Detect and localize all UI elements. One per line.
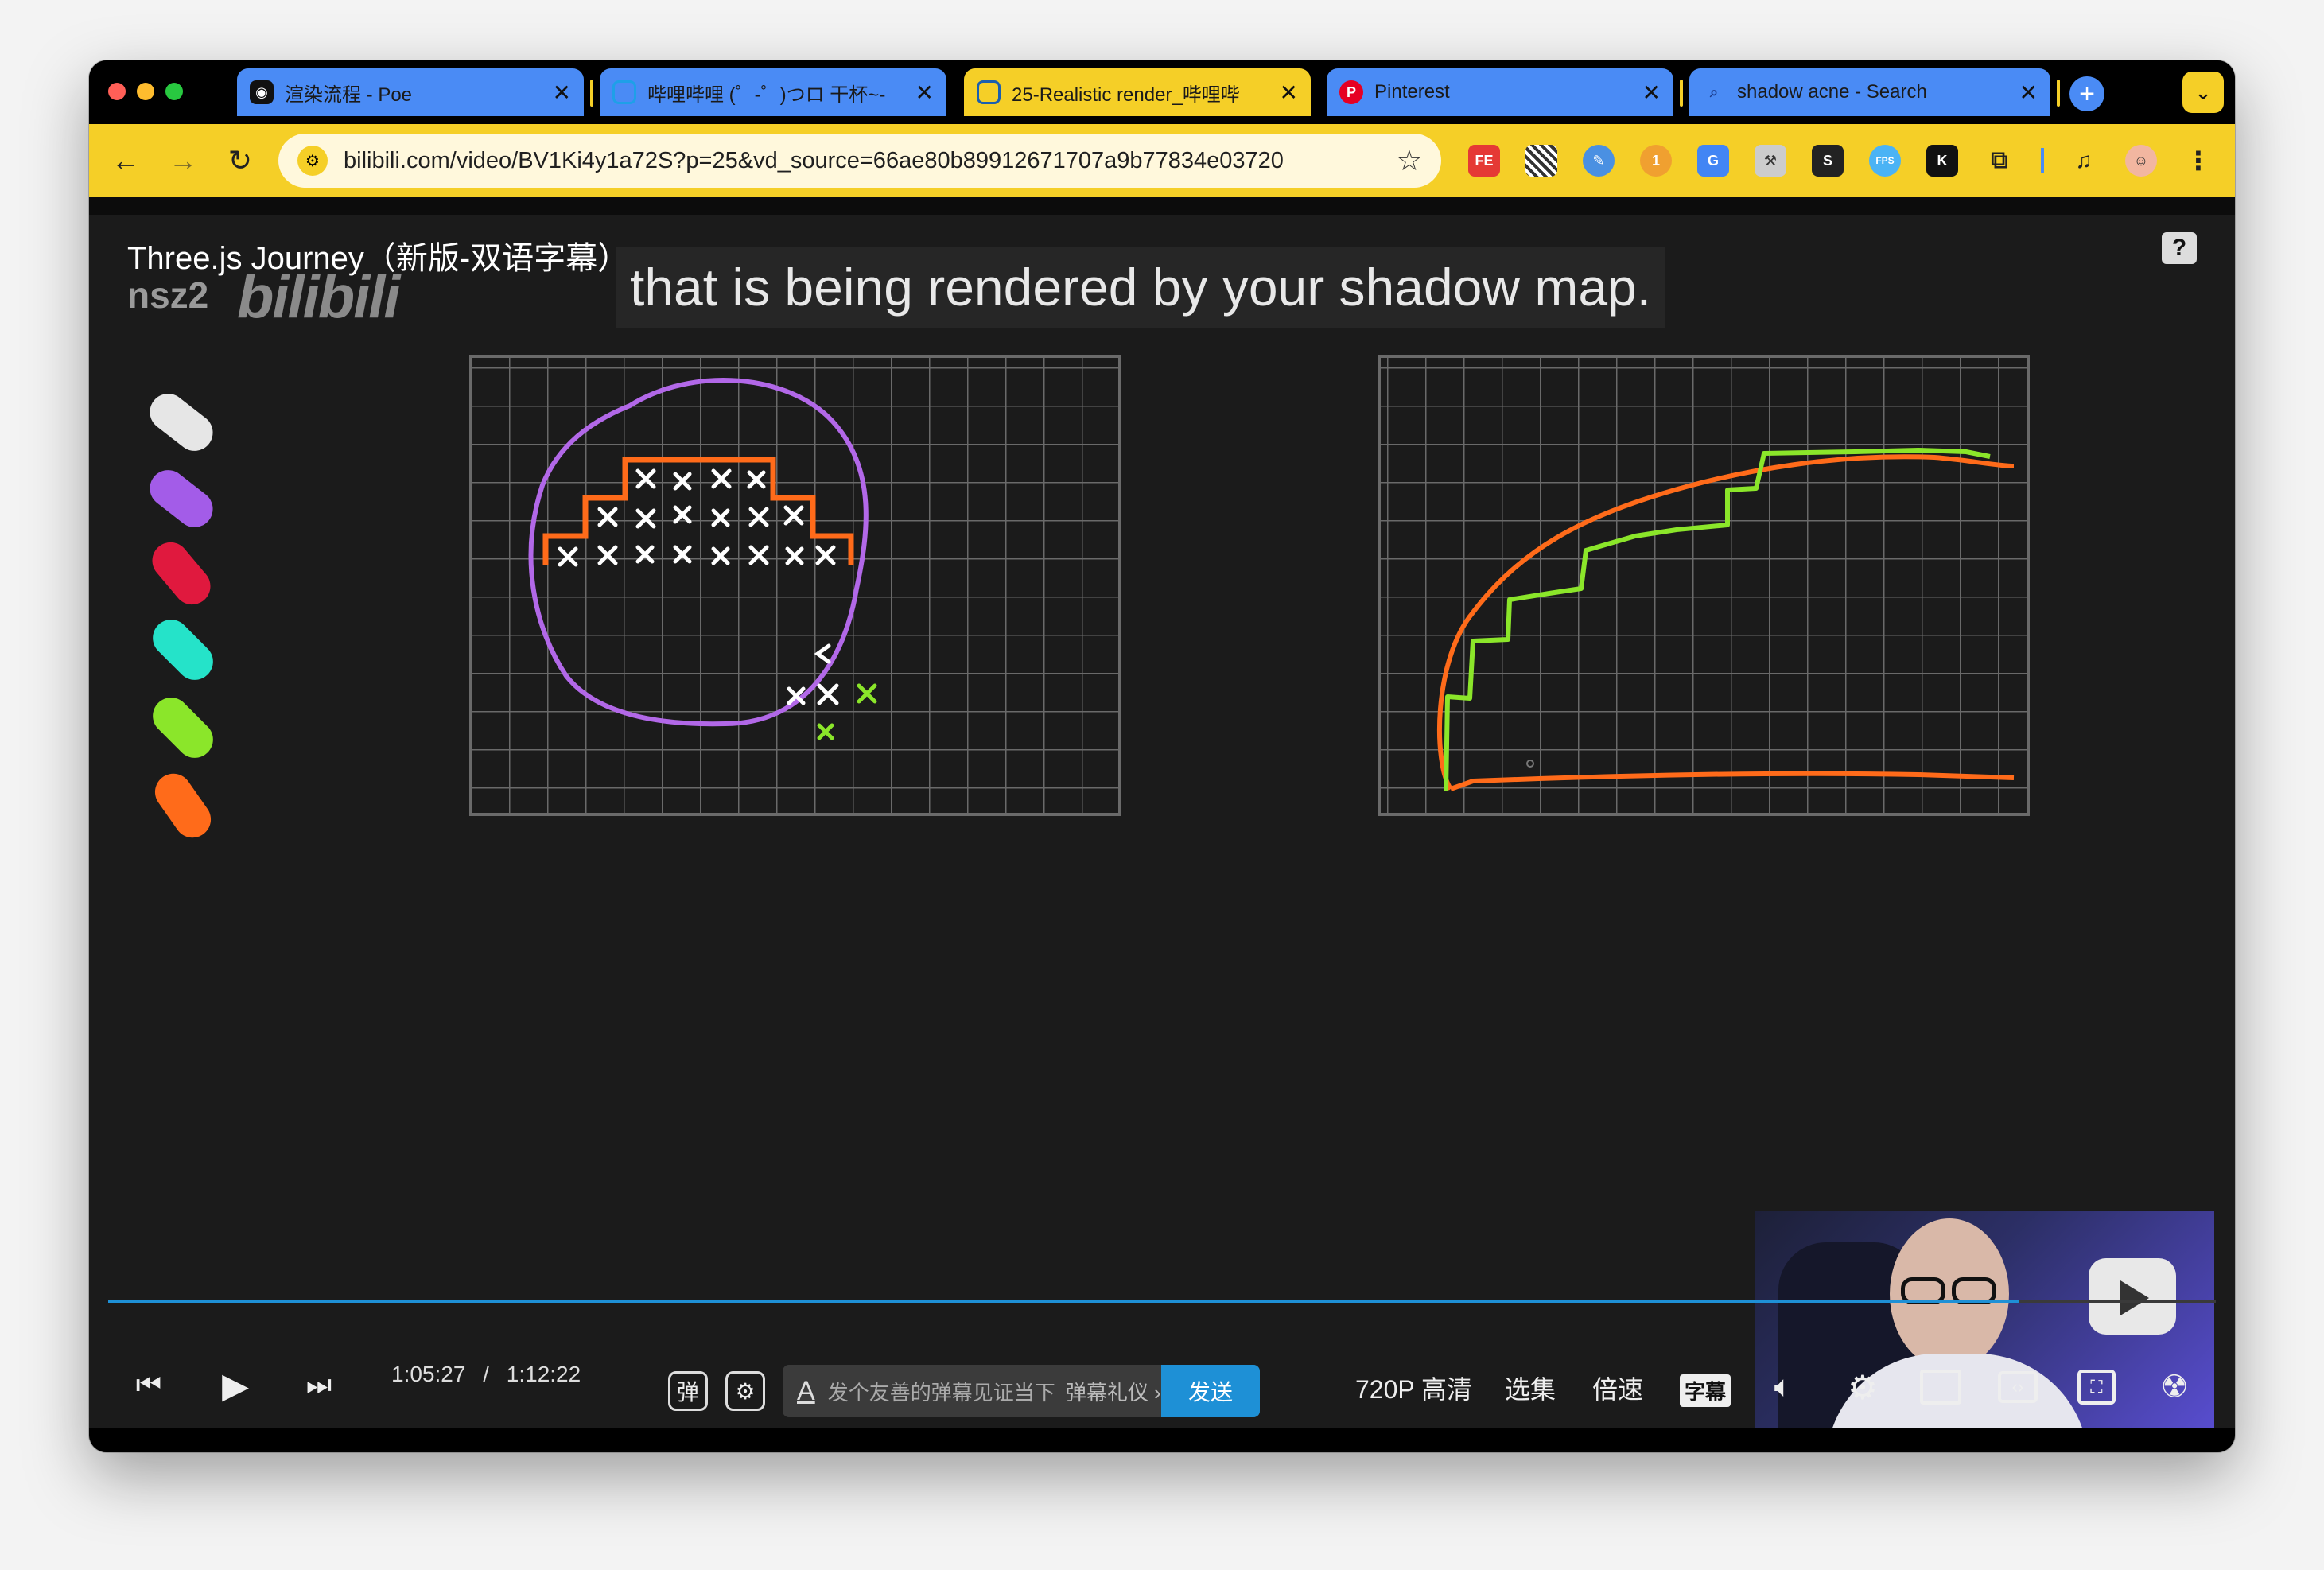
tab-close-icon[interactable]: ✕ xyxy=(1642,80,1661,106)
video-top-strip xyxy=(89,197,2235,215)
bilibili-tv-icon xyxy=(977,80,1001,104)
tab-search-chevron-down-icon[interactable]: ⌄ xyxy=(2182,72,2224,113)
tab-shadow-acne-search[interactable]: ⌕ shadow acne - Search ✕ xyxy=(1689,68,2050,116)
maximize-window-button[interactable] xyxy=(165,83,183,100)
reload-icon[interactable]: ↻ xyxy=(218,138,262,183)
widescreen-icon[interactable]: ‹› xyxy=(1998,1371,2038,1403)
help-icon[interactable]: ? xyxy=(2162,232,2197,264)
speed-button[interactable]: 倍速 xyxy=(1592,1370,1643,1406)
time-display: 1:05:27 / 1:12:22 xyxy=(391,1362,581,1387)
minimize-window-button[interactable] xyxy=(137,83,154,100)
pinterest-icon: P xyxy=(1339,80,1363,104)
s-extension-icon[interactable]: S xyxy=(1812,145,1844,177)
translate-extension-icon[interactable]: G xyxy=(1697,145,1729,177)
new-tab-button[interactable]: + xyxy=(2069,76,2104,111)
subtitles-button[interactable]: 字幕 xyxy=(1680,1374,1731,1407)
play-triangle-icon xyxy=(2120,1280,2149,1315)
subtitle-caption: that is being rendered by your shadow ma… xyxy=(616,247,1666,328)
fullscreen-icon[interactable]: ☢ xyxy=(2154,1366,2195,1408)
bookmark-star-icon[interactable]: ☆ xyxy=(1397,144,1422,177)
picture-in-picture-icon[interactable] xyxy=(1920,1370,1961,1405)
tab-separator xyxy=(1680,80,1683,107)
tab-title: shadow acne - Search xyxy=(1737,81,1927,103)
poe-icon: ◉ xyxy=(250,80,274,104)
browser-window: ◉ 渲染流程 - Poe ✕ 哔哩哔哩 (゜-゜)つロ 干杯~- ✕ 25-Re… xyxy=(89,60,2235,1452)
tab-close-icon[interactable]: ✕ xyxy=(915,80,934,106)
tab-active-video[interactable]: 25-Realistic render_哔哩哔 ✕ xyxy=(964,68,1311,116)
tab-bilibili-home[interactable]: 哔哩哔哩 (゜-゜)つロ 干杯~- ✕ xyxy=(600,68,946,116)
tab-close-icon[interactable]: ✕ xyxy=(1280,80,1298,106)
tab-close-icon[interactable]: ✕ xyxy=(553,80,571,106)
fe-extension-icon[interactable]: FE xyxy=(1468,145,1500,177)
fps-extension-icon[interactable]: FPS xyxy=(1869,145,1901,177)
search-icon: ⌕ xyxy=(1709,84,1719,100)
current-time: 1:05:27 xyxy=(391,1362,466,1386)
tab-title: Pinterest xyxy=(1374,81,1450,103)
tab-poe[interactable]: ◉ 渲染流程 - Poe ✕ xyxy=(237,68,584,116)
tab-strip: ◉ 渲染流程 - Poe ✕ 哔哩哔哩 (゜-゜)つロ 干杯~- ✕ 25-Re… xyxy=(89,60,2235,124)
back-arrow-icon[interactable]: ← xyxy=(103,138,148,183)
tab-close-icon[interactable]: ✕ xyxy=(2019,80,2038,106)
bilibili-tv-icon xyxy=(612,80,636,104)
danmaku-settings-icon[interactable]: ⚙ xyxy=(725,1371,765,1411)
tab-title: 25-Realistic render_哔哩哔 xyxy=(1012,84,1240,106)
bilibili-play-logo xyxy=(2089,1258,2176,1335)
toolbar: ← → ↻ ⚙ bilibili.com/video/BV1Ki4y1a72S?… xyxy=(89,124,2235,197)
url-text[interactable]: bilibili.com/video/BV1Ki4y1a72S?p=25&vd_… xyxy=(344,148,1397,174)
toolbar-divider xyxy=(2041,148,2044,173)
profile-avatar-icon[interactable]: ☺ xyxy=(2125,145,2157,177)
danmaku-placeholder-text: 发个友善的弹幕见证当下 xyxy=(827,1380,1055,1405)
web-fullscreen-icon[interactable]: ⛶ xyxy=(2077,1370,2116,1405)
whiteboard-drawing xyxy=(469,355,2030,816)
play-icon[interactable]: ▶ xyxy=(213,1363,258,1408)
video-player[interactable]: Three.js Journey（新版-双语字幕） nsz2 bilibili … xyxy=(89,215,2235,1452)
danmaku-toggle-icon[interactable]: 弹 xyxy=(668,1371,708,1411)
watermark-username: nsz2 xyxy=(127,274,209,316)
address-bar[interactable]: ⚙ bilibili.com/video/BV1Ki4y1a72S?p=25&v… xyxy=(278,134,1441,188)
badge-extension-icon[interactable]: 1 xyxy=(1640,145,1672,177)
left-grid xyxy=(469,355,1121,816)
send-danmaku-button[interactable]: 发送 xyxy=(1161,1365,1260,1417)
settings-gear-icon[interactable]: ⚙ xyxy=(1842,1366,1883,1408)
tab-title: 哔哩哔哩 (゜-゜)つロ 干杯~- xyxy=(647,84,886,106)
tab-title: 渲染流程 - Poe xyxy=(285,84,413,106)
media-control-icon[interactable]: ♫ xyxy=(2068,145,2100,177)
font-style-icon[interactable]: A xyxy=(797,1376,815,1407)
next-icon[interactable]: ⏭ xyxy=(301,1366,337,1403)
episodes-button[interactable]: 选集 xyxy=(1505,1370,1556,1406)
compass-extension-icon[interactable]: ✎ xyxy=(1583,145,1615,177)
progress-bar[interactable] xyxy=(108,1300,2216,1303)
danmaku-etiquette-link[interactable]: 弹幕礼仪 › xyxy=(1066,1381,1161,1405)
presenter-webcam xyxy=(1755,1211,2214,1452)
forward-arrow-icon[interactable]: → xyxy=(161,138,205,183)
right-grid xyxy=(1378,355,2030,816)
quality-selector[interactable]: 720P 高清 xyxy=(1355,1370,1472,1406)
tab-separator xyxy=(2057,80,2060,107)
puzzle-extensions-icon[interactable]: ⧉ xyxy=(1984,145,2015,177)
tools-extension-icon[interactable]: ⚒ xyxy=(1755,145,1786,177)
bilibili-watermark-logo: bilibili xyxy=(237,263,401,331)
k-extension-icon[interactable]: K xyxy=(1926,145,1958,177)
time-separator: / xyxy=(483,1362,489,1386)
window-bottom-edge xyxy=(89,1428,2235,1452)
previous-icon[interactable]: ⏮ xyxy=(130,1366,167,1403)
site-settings-icon[interactable]: ⚙ xyxy=(297,146,328,176)
volume-icon[interactable]: 🔈︎ xyxy=(1762,1366,1804,1408)
qr-code-extension-icon[interactable] xyxy=(1525,145,1557,177)
tab-pinterest[interactable]: P Pinterest ✕ xyxy=(1327,68,1673,116)
tab-separator xyxy=(590,80,593,107)
progress-bar-fill xyxy=(108,1300,2020,1303)
total-time: 1:12:22 xyxy=(506,1362,581,1386)
close-window-button[interactable] xyxy=(108,83,126,100)
kebab-menu-icon[interactable]: ⋮ xyxy=(2182,145,2214,177)
